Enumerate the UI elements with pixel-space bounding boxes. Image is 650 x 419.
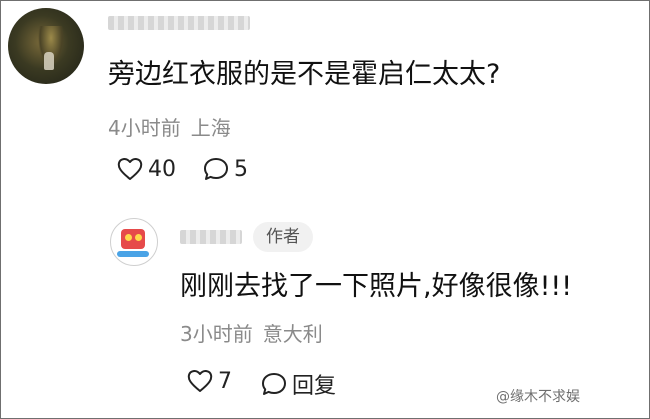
commenter-avatar[interactable] — [8, 8, 84, 84]
watermark: @缘木不求娱 — [496, 389, 580, 405]
reply-meta: 3小时前 意大利 — [180, 318, 323, 347]
comment-like-button[interactable]: 40 — [116, 156, 176, 182]
author-badge: 作者 — [253, 222, 313, 252]
reply-like-count: 7 — [218, 368, 232, 394]
commenter-name-redacted[interactable] — [108, 16, 250, 30]
speech-bubble-icon — [262, 373, 286, 395]
comment-text: 旁边红衣服的是不是霍启仁太太? — [108, 59, 501, 90]
comment-like-count: 40 — [148, 156, 176, 182]
reply-reply-button[interactable]: 回复 — [260, 368, 336, 400]
reply-time: 3小时前 — [180, 322, 253, 346]
comment-location: 上海 — [190, 116, 231, 140]
comment-reply-count: 5 — [234, 156, 248, 182]
comment-reply-button[interactable]: 5 — [202, 156, 248, 182]
heart-icon — [187, 370, 213, 392]
reply-text: 刚刚去找了一下照片,好像很像!!! — [180, 271, 573, 302]
reply-reply-label: 回复 — [292, 374, 337, 399]
comment-meta: 4小时前 上海 — [108, 112, 231, 141]
author-name-redacted[interactable] — [180, 230, 242, 244]
heart-icon — [117, 158, 143, 180]
reply-like-button[interactable]: 7 — [186, 368, 232, 394]
author-avatar[interactable] — [110, 218, 158, 266]
speech-bubble-icon — [204, 158, 228, 180]
reply-location: 意大利 — [262, 322, 323, 346]
comment-time: 4小时前 — [108, 116, 181, 140]
